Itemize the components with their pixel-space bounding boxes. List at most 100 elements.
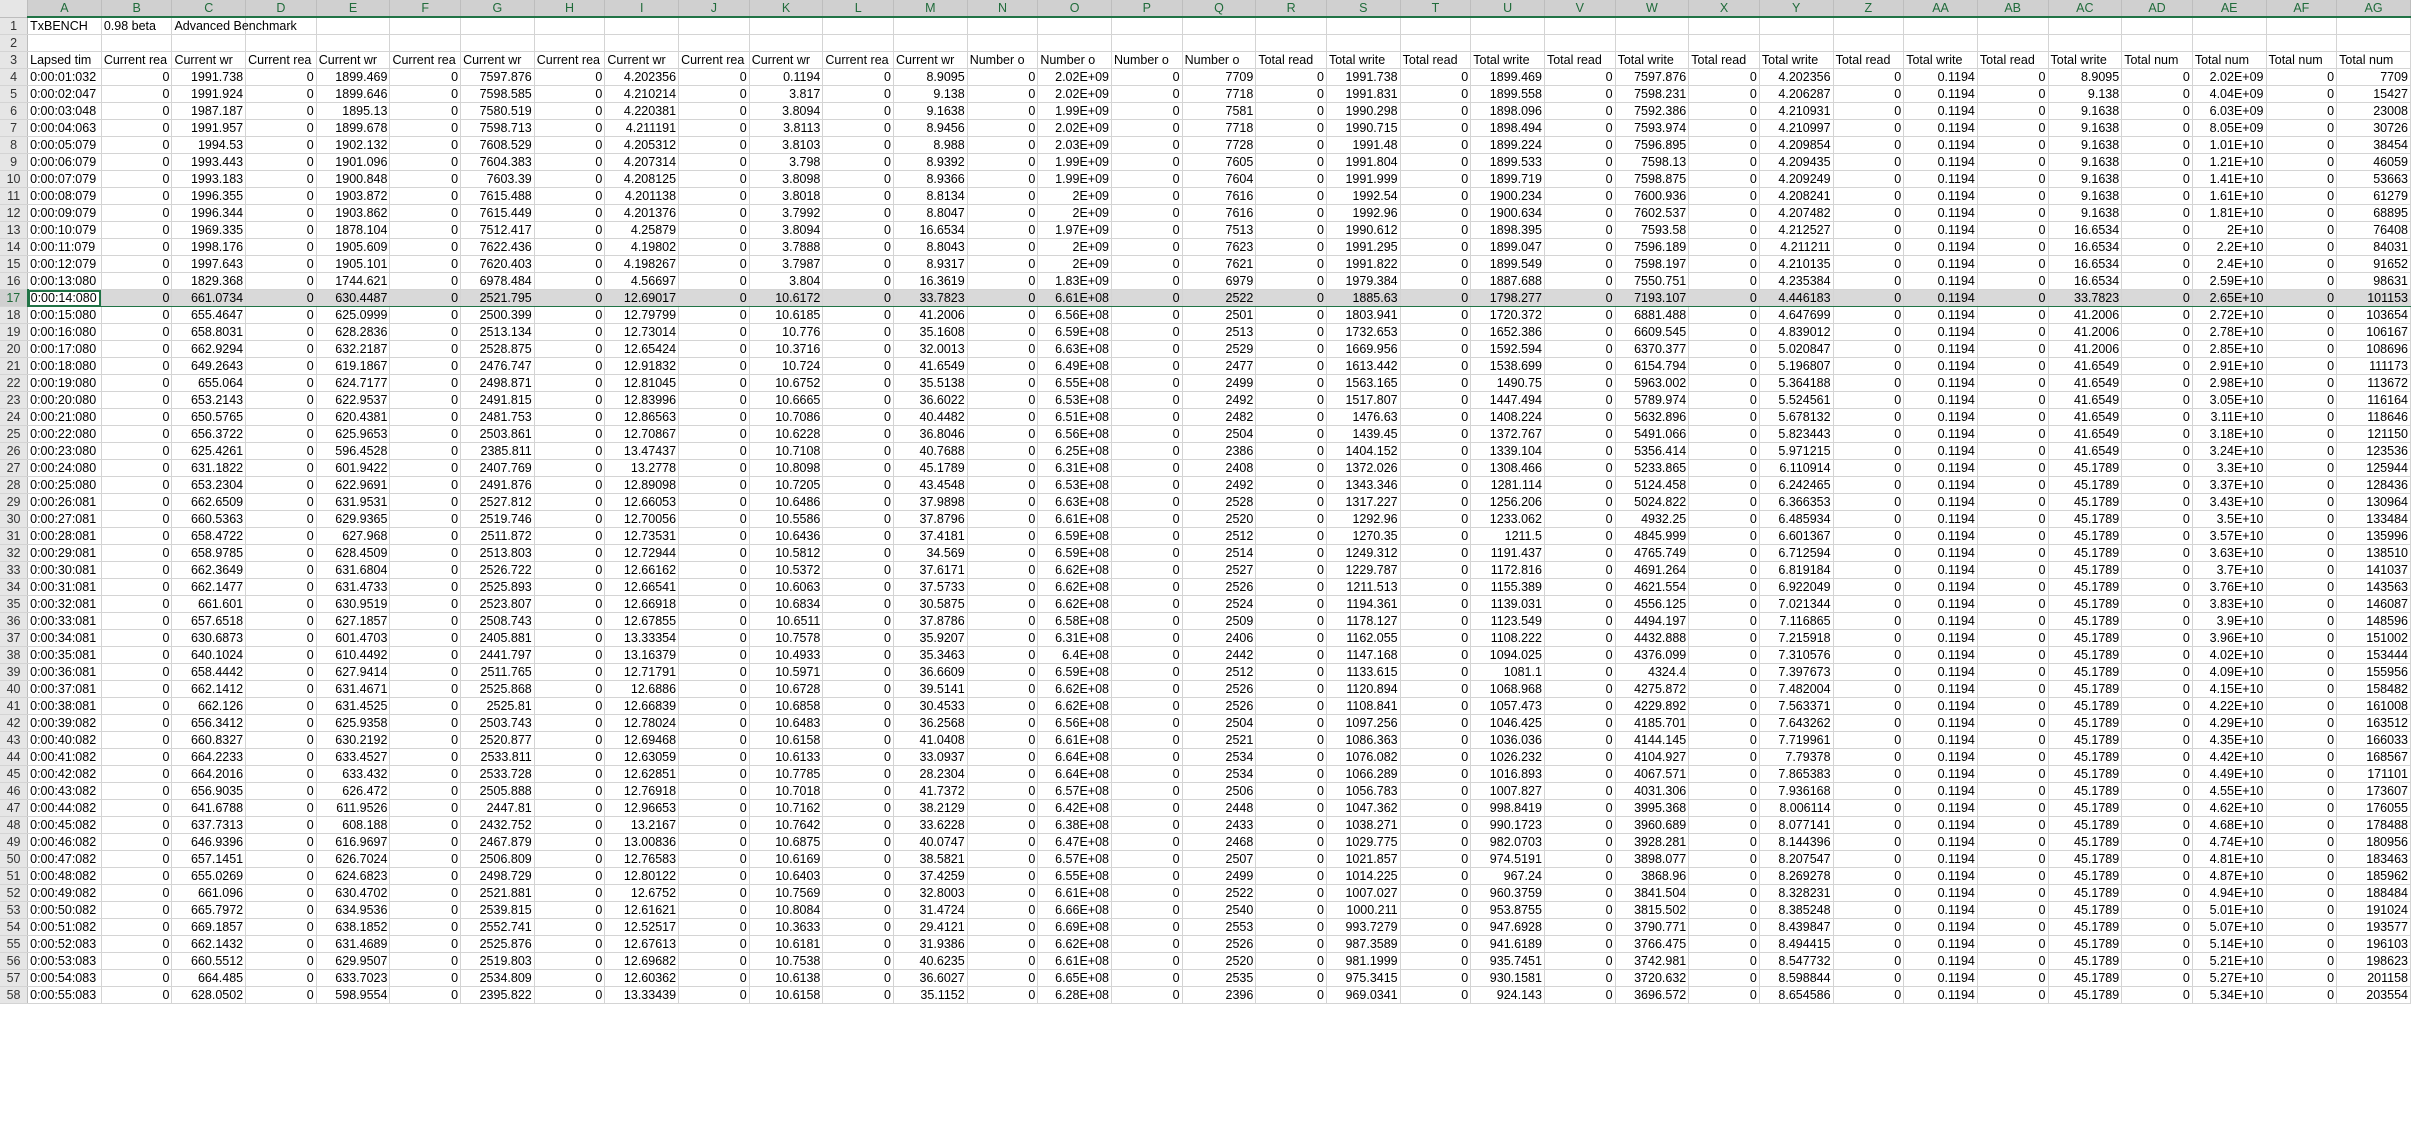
- cell-x6[interactable]: 0: [1688, 102, 1760, 120]
- cell-n26[interactable]: 0: [967, 442, 1039, 460]
- cell-o37[interactable]: 6.31E+08: [1037, 629, 1112, 647]
- cell-f1[interactable]: [389, 17, 462, 35]
- cell-y26[interactable]: 5.971215: [1759, 442, 1834, 460]
- cell-n7[interactable]: 0: [967, 119, 1039, 137]
- cell-x55[interactable]: 0: [1688, 935, 1760, 953]
- cell-j2[interactable]: [678, 34, 750, 52]
- column-header-w[interactable]: W: [1615, 0, 1690, 18]
- cell-z51[interactable]: 0: [1833, 867, 1905, 885]
- cell-j34[interactable]: 0: [678, 578, 750, 596]
- cell-i35[interactable]: 12.66918: [604, 595, 680, 613]
- cell-l9[interactable]: 0: [822, 153, 894, 171]
- cell-i2[interactable]: [604, 34, 680, 52]
- cell-af30[interactable]: 0: [2266, 510, 2338, 528]
- cell-j25[interactable]: 0: [678, 425, 750, 443]
- cell-ab43[interactable]: 0: [1977, 731, 2049, 749]
- cell-i17[interactable]: 12.69017: [604, 289, 680, 307]
- cell-m25[interactable]: 36.8046: [893, 425, 968, 443]
- cell-s42[interactable]: 1097.256: [1326, 714, 1401, 732]
- cell-l56[interactable]: 0: [822, 952, 894, 970]
- cell-ad11[interactable]: 0: [2121, 187, 2193, 205]
- cell-n57[interactable]: 0: [967, 969, 1039, 987]
- cell-j5[interactable]: 0: [678, 85, 750, 103]
- cell-h13[interactable]: 0: [534, 221, 606, 239]
- cell-j11[interactable]: 0: [678, 187, 750, 205]
- cell-a18[interactable]: 0:00:15:080: [27, 306, 102, 324]
- cell-d8[interactable]: 0: [245, 136, 317, 154]
- row-header[interactable]: 31: [0, 527, 29, 545]
- cell-t1[interactable]: [1400, 17, 1472, 35]
- cell-o51[interactable]: 6.55E+08: [1037, 867, 1112, 885]
- cell-r18[interactable]: 0: [1255, 306, 1327, 324]
- cell-y43[interactable]: 7.719961: [1759, 731, 1834, 749]
- cell-t48[interactable]: 0: [1400, 816, 1472, 834]
- cell-g27[interactable]: 2407.769: [460, 459, 535, 477]
- cell-f50[interactable]: 0: [389, 850, 462, 868]
- cell-l1[interactable]: [822, 17, 894, 35]
- cell-f7[interactable]: 0: [389, 119, 462, 137]
- cell-o46[interactable]: 6.57E+08: [1037, 782, 1112, 800]
- cell-r57[interactable]: 0: [1255, 969, 1327, 987]
- cell-u40[interactable]: 1068.968: [1470, 680, 1545, 698]
- cell-ad56[interactable]: 0: [2121, 952, 2193, 970]
- cell-s21[interactable]: 1613.442: [1326, 357, 1401, 375]
- cell-q31[interactable]: 2512: [1182, 527, 1257, 545]
- cell-ad15[interactable]: 0: [2121, 255, 2193, 273]
- cell-d34[interactable]: 0: [245, 578, 317, 596]
- cell-k51[interactable]: 10.6403: [749, 867, 824, 885]
- cell-m52[interactable]: 32.8003: [893, 884, 968, 902]
- cell-u51[interactable]: 967.24: [1470, 867, 1545, 885]
- cell-y47[interactable]: 8.006114: [1759, 799, 1834, 817]
- cell-ad4[interactable]: 0: [2121, 68, 2193, 86]
- cell-ag2[interactable]: [2336, 34, 2411, 52]
- cell-k42[interactable]: 10.6483: [749, 714, 824, 732]
- cell-y52[interactable]: 8.328231: [1759, 884, 1834, 902]
- cell-v50[interactable]: 0: [1544, 850, 1616, 868]
- cell-l54[interactable]: 0: [822, 918, 894, 936]
- cell-k36[interactable]: 10.6511: [749, 612, 824, 630]
- cell-b29[interactable]: 0: [101, 493, 173, 511]
- cell-ad31[interactable]: 0: [2121, 527, 2193, 545]
- cell-l51[interactable]: 0: [822, 867, 894, 885]
- cell-t12[interactable]: 0: [1400, 204, 1472, 222]
- cell-ag53[interactable]: 191024: [2336, 901, 2411, 919]
- cell-aa46[interactable]: 0.1194: [1903, 782, 1978, 800]
- cell-ae17[interactable]: 2.65E+10: [2192, 289, 2267, 307]
- cell-aa5[interactable]: 0.1194: [1903, 85, 1978, 103]
- cell-a23[interactable]: 0:00:20:080: [27, 391, 102, 409]
- cell-ae6[interactable]: 6.03E+09: [2192, 102, 2267, 120]
- cell-x3[interactable]: Total read: [1688, 51, 1760, 69]
- cell-ac4[interactable]: 8.9095: [2048, 68, 2123, 86]
- cell-k45[interactable]: 10.7785: [749, 765, 824, 783]
- cell-o30[interactable]: 6.61E+08: [1037, 510, 1112, 528]
- cell-ag16[interactable]: 98631: [2336, 272, 2411, 290]
- cell-r49[interactable]: 0: [1255, 833, 1327, 851]
- row-header[interactable]: 5: [0, 85, 29, 103]
- cell-c44[interactable]: 664.2233: [171, 748, 247, 766]
- cell-ab16[interactable]: 0: [1977, 272, 2049, 290]
- cell-p38[interactable]: 0: [1111, 646, 1183, 664]
- cell-ad16[interactable]: 0: [2121, 272, 2193, 290]
- cell-u18[interactable]: 1720.372: [1470, 306, 1545, 324]
- cell-ac29[interactable]: 45.1789: [2048, 493, 2123, 511]
- cell-m44[interactable]: 33.0937: [893, 748, 968, 766]
- cell-p23[interactable]: 0: [1111, 391, 1183, 409]
- column-header-r[interactable]: R: [1255, 0, 1327, 18]
- column-header-c[interactable]: C: [171, 0, 247, 18]
- cell-y42[interactable]: 7.643262: [1759, 714, 1834, 732]
- cell-i22[interactable]: 12.81045: [604, 374, 680, 392]
- cell-f32[interactable]: 0: [389, 544, 462, 562]
- cell-v12[interactable]: 0: [1544, 204, 1616, 222]
- cell-y20[interactable]: 5.020847: [1759, 340, 1834, 358]
- cell-af54[interactable]: 0: [2266, 918, 2338, 936]
- cell-x58[interactable]: 0: [1688, 986, 1760, 1004]
- cell-u56[interactable]: 935.7451: [1470, 952, 1545, 970]
- cell-d25[interactable]: 0: [245, 425, 317, 443]
- cell-f20[interactable]: 0: [389, 340, 462, 358]
- cell-ad30[interactable]: 0: [2121, 510, 2193, 528]
- cell-c17[interactable]: 661.0734: [171, 289, 247, 307]
- cell-b19[interactable]: 0: [101, 323, 173, 341]
- cell-x36[interactable]: 0: [1688, 612, 1760, 630]
- cell-v9[interactable]: 0: [1544, 153, 1616, 171]
- cell-s24[interactable]: 1476.63: [1326, 408, 1401, 426]
